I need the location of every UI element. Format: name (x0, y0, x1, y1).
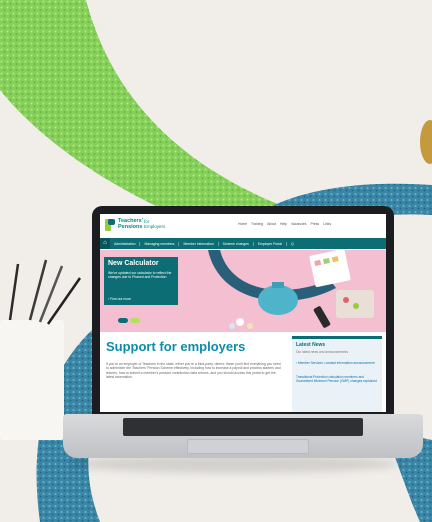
logo-sub-line2: Employers (144, 224, 166, 229)
topnav-item[interactable]: Links (323, 222, 331, 226)
laptop-trackpad (187, 439, 309, 454)
news-heading: Latest News (296, 342, 326, 348)
topnav-item[interactable]: Training (251, 222, 263, 226)
laptop-keyboard (123, 418, 363, 436)
news-item[interactable]: › Member Services • contact information … (296, 361, 378, 365)
mainnav-item-member-information[interactable]: Member information (179, 241, 219, 246)
topnav-item[interactable]: Press (310, 222, 319, 226)
mainnav-item-employer-portal[interactable]: Employer Portal (254, 241, 287, 246)
site-logo-text[interactable]: Teachers' Pensions (118, 218, 143, 230)
pencil-cup (0, 320, 64, 440)
calculator-promo-box[interactable]: New Calculator We've updated our calcula… (104, 257, 178, 305)
home-icon[interactable]: ⌂ (100, 238, 110, 249)
carousel-dot[interactable] (118, 318, 128, 323)
mainnav-item-scheme-changes[interactable]: Scheme changes (219, 241, 254, 246)
topnav-item[interactable]: Vacancies (291, 222, 306, 226)
laptop-screen: Teachers' Pensions for Employers Home Tr… (100, 214, 386, 412)
site-logo-sub: for Employers (144, 219, 165, 229)
topnav-item[interactable]: Help (280, 222, 287, 226)
hero-banner: New Calculator We've updated our calcula… (100, 250, 386, 332)
news-item[interactable]: Transitional Protection calculation memb… (296, 375, 378, 383)
promo-link[interactable]: › Find out more (108, 297, 131, 301)
topnav-item[interactable]: Home (238, 222, 247, 226)
photo-scene: Teachers' Pensions for Employers Home Tr… (0, 0, 432, 522)
carousel-dots (118, 318, 140, 323)
carousel-dot-active[interactable] (130, 318, 140, 323)
page-title: Support for employers (106, 339, 246, 354)
pencils-graphic (8, 259, 82, 325)
topnav-item[interactable]: About (267, 222, 276, 226)
main-nav: ⌂ Administration Managing members Member… (100, 238, 386, 249)
news-subheading: Our latest news and announcements (296, 350, 348, 354)
logo-line2: Pensions (118, 224, 143, 230)
site-header: Teachers' Pensions for Employers Home Tr… (100, 214, 386, 236)
mainnav-item-administration[interactable]: Administration (110, 241, 141, 246)
latest-news-panel: Latest News Our latest news and announce… (292, 336, 382, 412)
top-nav: Home Training About Help Vacancies Press… (238, 222, 331, 226)
teachers-pensions-logo-icon[interactable] (104, 218, 116, 232)
search-icon[interactable]: Q (287, 242, 298, 246)
promo-body: We've updated our calculator to reflect … (108, 271, 172, 280)
mainnav-item-managing-members[interactable]: Managing members (140, 241, 180, 246)
promo-title: New Calculator (108, 260, 159, 267)
intro-paragraph: If you're an employer of Teachers in the… (106, 362, 281, 380)
